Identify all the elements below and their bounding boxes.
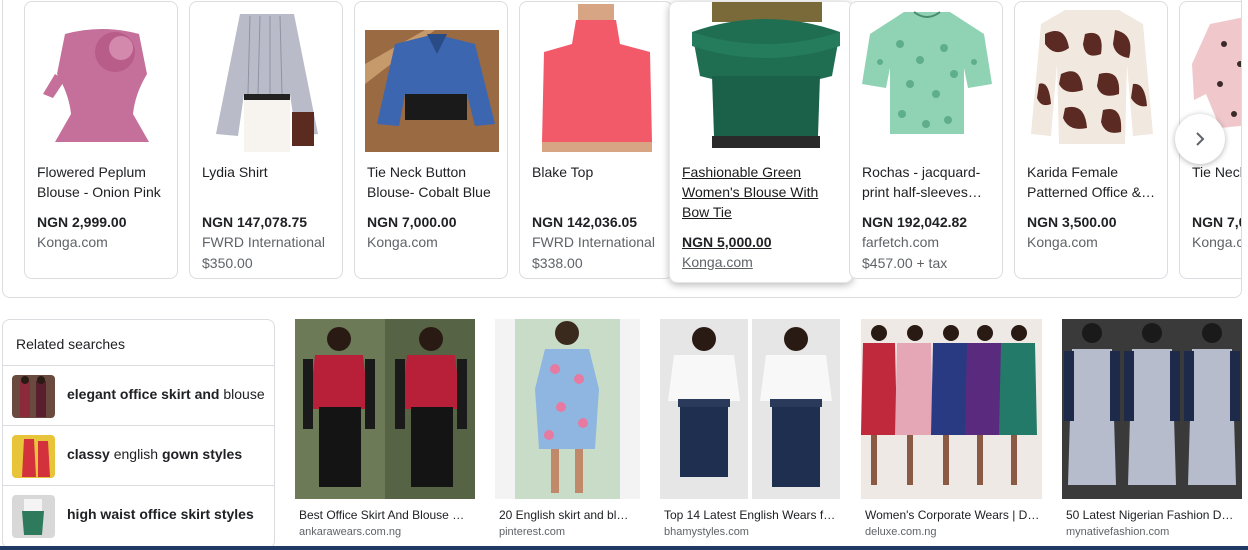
related-search-thumbnail — [12, 495, 55, 538]
result-source: bhamystyles.com — [664, 526, 749, 538]
product-price: NGN 5,000.00 — [682, 234, 772, 250]
product-card[interactable]: Rochas - jacquard-print half-sleeves… NG… — [849, 1, 1003, 279]
result-source: deluxe.com.ng — [865, 526, 937, 538]
result-source: pinterest.com — [499, 526, 566, 538]
product-card[interactable]: Tie Neck Button Blouse- Cobalt Blue NGN … — [354, 1, 508, 279]
product-price: NGN 2,999.00 — [37, 214, 127, 230]
product-title[interactable]: Lydia Shirt — [202, 162, 336, 182]
product-price: NGN 147,078.75 — [202, 214, 308, 230]
chevron-right-icon — [1196, 132, 1205, 146]
product-store: FWRD International — [202, 234, 325, 250]
product-image[interactable] — [200, 4, 334, 152]
shopping-carousel: Flowered Peplum Blouse - Onion Pink NGN … — [2, 0, 1242, 298]
product-price: NGN 7,000.00 — [367, 214, 457, 230]
carousel-next-button[interactable] — [1175, 114, 1225, 164]
related-search-label[interactable]: high waist office skirt styles — [67, 506, 254, 522]
product-card[interactable]: Flowered Peplum Blouse - Onion Pink NGN … — [24, 1, 178, 279]
related-searches-title: Related searches — [16, 336, 125, 352]
product-title[interactable]: Tie Neck Peach — [1192, 162, 1241, 182]
result-image[interactable] — [1062, 319, 1242, 499]
result-image[interactable] — [861, 319, 1042, 499]
related-searches-panel: Related searches elegant office skirt an… — [2, 319, 275, 549]
result-source: mynativefashion.com — [1066, 526, 1170, 538]
related-search-item[interactable]: classy english gown styles — [3, 425, 274, 485]
product-image[interactable] — [365, 4, 499, 152]
related-search-label[interactable]: elegant office skirt and blouse — [67, 386, 265, 402]
product-title[interactable]: Fashionable Green Women's Blouse With Bo… — [682, 162, 842, 222]
product-price: NGN 142,036.05 — [532, 214, 638, 230]
product-card[interactable]: Blake Top NGN 142,036.05 FWRD Internatio… — [519, 1, 673, 279]
product-price: NGN 7,0 — [1192, 214, 1242, 230]
result-image[interactable] — [295, 319, 475, 499]
related-search-item[interactable]: elegant office skirt and blouse — [3, 365, 274, 425]
product-store: Konga.com — [1027, 234, 1098, 250]
result-title[interactable]: 20 English skirt and bl… — [499, 508, 639, 522]
product-title[interactable]: Tie Neck Button Blouse- Cobalt Blue — [367, 162, 501, 202]
product-card[interactable]: Karida Female Patterned Office &… NGN 3,… — [1014, 1, 1168, 279]
product-card[interactable]: Lydia Shirt NGN 147,078.75 FWRD Internat… — [189, 1, 343, 279]
product-store[interactable]: Konga.com — [682, 252, 753, 272]
product-image[interactable] — [1025, 4, 1159, 152]
product-usd-price: $350.00 — [202, 255, 253, 271]
product-image[interactable] — [35, 4, 169, 152]
product-store: farfetch.com — [862, 234, 940, 250]
result-title[interactable]: Best Office Skirt And Blouse … — [299, 508, 475, 522]
product-price: NGN 3,500.00 — [1027, 214, 1117, 230]
product-image[interactable] — [860, 4, 994, 152]
related-search-item[interactable]: high waist office skirt styles — [3, 485, 274, 545]
related-search-label[interactable]: classy english gown styles — [67, 446, 242, 462]
product-card-hovered[interactable]: Fashionable Green Women's Blouse With Bo… — [669, 1, 853, 283]
product-store: Konga.com — [37, 234, 108, 250]
product-title[interactable]: Rochas - jacquard-print half-sleeves… — [862, 162, 996, 202]
result-title[interactable]: 50 Latest Nigerian Fashion D… — [1066, 508, 1244, 522]
product-title[interactable]: Karida Female Patterned Office &… — [1027, 162, 1161, 202]
product-image[interactable] — [530, 4, 664, 152]
product-store: FWRD International — [532, 234, 655, 250]
product-usd-price: $457.00 + tax — [862, 255, 948, 271]
result-image[interactable] — [660, 319, 840, 499]
result-image[interactable] — [495, 319, 640, 499]
product-store: Konga.com — [367, 234, 438, 250]
product-store: Konga.c — [1192, 234, 1242, 250]
result-source: ankarawears.com.ng — [299, 526, 402, 538]
product-title[interactable]: Blake Top — [532, 162, 666, 182]
result-title[interactable]: Top 14 Latest English Wears f… — [664, 508, 840, 522]
result-title[interactable]: Women's Corporate Wears | D… — [865, 508, 1041, 522]
product-title[interactable]: Flowered Peplum Blouse - Onion Pink — [37, 162, 171, 202]
related-search-thumbnail — [12, 435, 55, 478]
related-search-thumbnail — [12, 375, 55, 418]
product-image[interactable] — [682, 2, 850, 148]
product-usd-price: $338.00 — [532, 255, 583, 271]
product-price: NGN 192,042.82 — [862, 214, 968, 230]
window-bottom-edge — [0, 546, 1248, 550]
